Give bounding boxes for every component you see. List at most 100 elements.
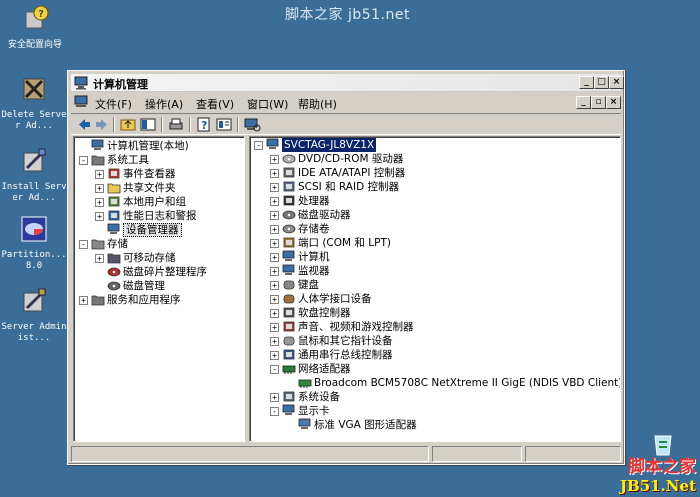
collapse-toggle[interactable]: - <box>79 156 88 165</box>
tree-node-label: 设备管理器 <box>123 223 182 237</box>
tree-node[interactable]: - 系统工具 <box>79 153 244 167</box>
forward-arrow-icon[interactable] <box>93 116 111 133</box>
expand-toggle[interactable]: + <box>95 212 104 221</box>
desktop-icon-label: Server Administ... <box>1 322 67 343</box>
collapse-toggle[interactable]: - <box>270 365 279 374</box>
tree-node[interactable]: 设备管理器 <box>95 223 244 237</box>
close-button[interactable]: × <box>609 76 624 89</box>
tree-node[interactable]: - 存储 <box>79 237 244 251</box>
maximize-button[interactable]: □ <box>594 76 609 89</box>
tree-node[interactable]: + 共享文件夹 <box>95 181 244 195</box>
status-bar <box>71 445 621 463</box>
tree-node[interactable]: Broadcom BCM5708C NetXtreme II GigE (NDI… <box>286 376 620 390</box>
up-folder-icon[interactable] <box>119 116 137 133</box>
tree-node[interactable]: 计算机管理(本地) <box>79 139 244 153</box>
menu-help-label: 帮助 <box>298 98 320 111</box>
desktop-icon-security-wizard[interactable]: ? 安全配置向导 <box>0 4 70 51</box>
expand-toggle[interactable]: + <box>270 225 279 234</box>
expand-toggle[interactable]: + <box>270 295 279 304</box>
tree-node[interactable]: + 端口 (COM 和 LPT) <box>270 236 620 250</box>
mdi-minimize-button[interactable]: _ <box>576 96 591 109</box>
tree-node[interactable]: + 软盘控制器 <box>270 306 620 320</box>
tree-node[interactable]: + IDE ATA/ATAPI 控制器 <box>270 166 620 180</box>
menu-window[interactable]: 窗口(W) <box>247 96 288 112</box>
tree-node[interactable]: + 键盘 <box>270 278 620 292</box>
tree-node[interactable]: - SVCTAG-JL8VZ1X <box>254 138 620 152</box>
computer-management-window: 计算机管理 _ □ × 文件(F) 操作(A) 查看(V) 窗口(W) 帮助(H… <box>67 70 625 465</box>
tree-node[interactable]: 磁盘碎片整理程序 <box>95 265 244 279</box>
disk-management-icon <box>107 281 121 291</box>
tree-node[interactable]: + 服务和应用程序 <box>79 293 244 307</box>
tree-node[interactable]: + 计算机 <box>270 250 620 264</box>
system-device-icon <box>283 391 295 402</box>
desktop-icon-delete-server[interactable]: Delete Server Ad... <box>0 74 68 132</box>
tree-node[interactable]: + 可移动存储 <box>95 251 244 265</box>
back-arrow-icon[interactable] <box>75 116 93 133</box>
menu-view[interactable]: 查看(V) <box>196 96 234 112</box>
desktop-icon-server-admin[interactable]: Server Administ... <box>0 286 68 344</box>
display-adapter-icon <box>282 404 295 415</box>
display-card-icon <box>298 418 311 429</box>
menu-action[interactable]: 操作(A) <box>145 96 183 112</box>
collapse-toggle[interactable]: - <box>270 407 279 416</box>
tree-node[interactable]: 磁盘管理 <box>95 279 244 293</box>
menu-help[interactable]: 帮助(H) <box>298 96 337 112</box>
tree-node[interactable]: + 鼠标和其它指针设备 <box>270 334 620 348</box>
expand-toggle[interactable]: + <box>270 169 279 178</box>
expand-toggle[interactable]: + <box>270 337 279 346</box>
expand-toggle[interactable]: + <box>270 393 279 402</box>
tree-node[interactable]: + DVD/CD-ROM 驱动器 <box>270 152 620 166</box>
desktop-icon-partition-magic[interactable]: Partition... 8.0 <box>0 214 68 272</box>
expand-toggle[interactable]: + <box>270 267 279 276</box>
show-hide-tree-icon[interactable] <box>139 116 157 133</box>
scan-hardware-icon[interactable] <box>243 116 261 133</box>
expand-toggle[interactable]: + <box>270 211 279 220</box>
collapse-toggle[interactable]: - <box>254 141 263 150</box>
tree-node[interactable]: + 通用串行总线控制器 <box>270 348 620 362</box>
minimize-button[interactable]: _ <box>579 76 594 89</box>
expand-toggle[interactable]: + <box>270 281 279 290</box>
title-bar[interactable]: 计算机管理 _ □ × <box>71 74 624 92</box>
scsi-controller-icon <box>283 181 295 192</box>
expand-toggle[interactable]: + <box>270 197 279 206</box>
expand-toggle[interactable]: + <box>270 309 279 318</box>
tree-node[interactable]: + 监视器 <box>270 264 620 278</box>
expand-toggle[interactable]: + <box>95 170 104 179</box>
tree-node[interactable]: + 事件查看器 <box>95 167 244 181</box>
sound-icon <box>283 321 295 332</box>
collapse-toggle[interactable]: - <box>79 240 88 249</box>
tree-node[interactable]: 标准 VGA 图形适配器 <box>286 418 620 432</box>
tree-node[interactable]: + 本地用户和组 <box>95 195 244 209</box>
expand-toggle[interactable]: + <box>95 254 104 263</box>
expand-toggle[interactable]: + <box>95 198 104 207</box>
menu-file[interactable]: 文件(F) <box>95 96 132 112</box>
mdi-restore-button[interactable]: ▫ <box>591 96 606 109</box>
expand-toggle[interactable]: + <box>270 351 279 360</box>
tree-node[interactable]: + 声音、视频和游戏控制器 <box>270 320 620 334</box>
tree-node[interactable]: + 处理器 <box>270 194 620 208</box>
expand-toggle[interactable]: + <box>270 323 279 332</box>
help-icon[interactable]: ? <box>195 116 213 133</box>
tree-node-label: 性能日志和警报 <box>123 210 197 222</box>
storage-volume-icon <box>282 224 296 234</box>
expand-toggle[interactable]: + <box>79 296 88 305</box>
expand-toggle[interactable]: + <box>270 183 279 192</box>
print-icon[interactable] <box>167 116 185 133</box>
tree-node-label: 网络适配器 <box>298 363 351 375</box>
tree-node[interactable]: + 系统设备 <box>270 390 620 404</box>
desktop-icon-install-server[interactable]: Install Server Ad... <box>0 146 68 204</box>
tree-node[interactable]: + 存储卷 <box>270 222 620 236</box>
expand-toggle[interactable]: + <box>270 155 279 164</box>
mmc-document-icon[interactable] <box>74 95 90 109</box>
tree-node[interactable]: + 人体学接口设备 <box>270 292 620 306</box>
tree-node[interactable]: + SCSI 和 RAID 控制器 <box>270 180 620 194</box>
tree-node[interactable]: + 磁盘驱动器 <box>270 208 620 222</box>
tree-node[interactable]: - 显示卡 <box>270 404 620 418</box>
expand-toggle[interactable]: + <box>95 184 104 193</box>
expand-toggle[interactable]: + <box>270 239 279 248</box>
tree-node[interactable]: - 网络适配器 <box>270 362 620 376</box>
properties-icon[interactable] <box>215 116 233 133</box>
tree-node[interactable]: + 性能日志和警报 <box>95 209 244 223</box>
expand-toggle[interactable]: + <box>270 253 279 262</box>
mdi-close-button[interactable]: × <box>606 96 621 109</box>
